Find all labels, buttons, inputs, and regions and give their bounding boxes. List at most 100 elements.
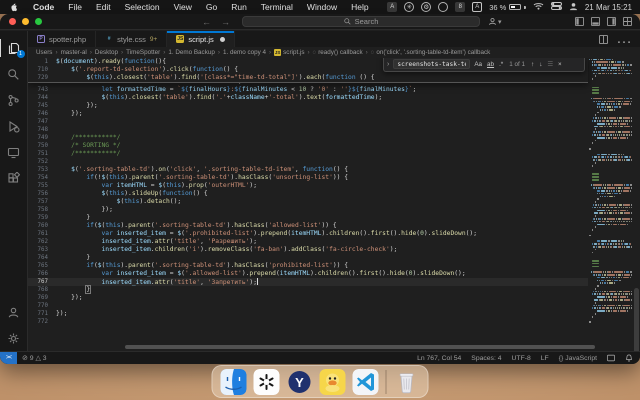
code-line-757[interactable]: 757 $(this).detach(); <box>28 198 588 206</box>
minimap[interactable] <box>588 58 632 351</box>
user-menu-icon[interactable] <box>569 2 578 13</box>
line-number[interactable]: 772 <box>28 318 56 326</box>
menu-item-run[interactable]: Run <box>224 2 254 12</box>
code-line-767[interactable]: 767 inserted_item.attr('title', 'Запрети… <box>28 277 588 286</box>
menu-item-help[interactable]: Help <box>344 2 375 12</box>
code-line-761[interactable]: 761 var inserted_item = $('.prohibited-l… <box>28 230 588 238</box>
menu-item-view[interactable]: View <box>167 2 199 12</box>
line-number[interactable]: 747 <box>28 118 56 126</box>
code-line-751[interactable]: 751 /***********/ <box>28 150 588 158</box>
find-input[interactable] <box>393 59 471 69</box>
code-line-764[interactable]: 764 } <box>28 254 588 262</box>
sidebar-item-search[interactable] <box>0 61 28 87</box>
code-line-758[interactable]: 758 }); <box>28 206 588 214</box>
input-source-icon[interactable]: A <box>472 2 483 12</box>
menu-item-terminal[interactable]: Terminal <box>254 2 300 12</box>
line-number[interactable]: 1 <box>28 58 56 66</box>
line-number[interactable]: 757 <box>28 198 56 206</box>
dock-chatgpt-icon[interactable] <box>253 368 280 395</box>
dock-finder-icon[interactable] <box>220 368 247 395</box>
code-editor[interactable]: 742 let finalMinutes = totalMinutes % 60… <box>28 58 640 351</box>
sidebar-item-explorer[interactable]: 1 <box>0 35 28 61</box>
breadcrumb-item[interactable]: 1. Demo Backup <box>168 49 215 56</box>
toggle-secondary-sidebar-icon[interactable] <box>607 17 616 26</box>
indentation-setting[interactable]: Spaces: 4 <box>466 355 506 362</box>
line-number[interactable]: 753 <box>28 166 56 174</box>
vertical-scrollbar[interactable] <box>634 288 639 351</box>
code-line-753[interactable]: 753 $('.sorting-table-td').on('click', '… <box>28 166 588 174</box>
eol-setting[interactable]: LF <box>536 355 554 362</box>
minimize-window-button[interactable] <box>22 18 29 25</box>
line-number[interactable]: 768 <box>28 286 56 294</box>
line-number[interactable]: 746 <box>28 110 56 118</box>
menu-item-file[interactable]: File <box>61 2 89 12</box>
code-line-752[interactable]: 752 <box>28 158 588 166</box>
line-number[interactable]: 765 <box>28 262 56 270</box>
gear-status-icon[interactable]: ⚙ <box>421 2 432 12</box>
sidebar-item-source-control[interactable] <box>0 87 28 113</box>
whole-word-icon[interactable]: ab <box>486 61 495 68</box>
line-number[interactable]: 761 <box>28 230 56 238</box>
line-number[interactable]: 759 <box>28 214 56 222</box>
code-line-750[interactable]: 750 /* SORTING */ <box>28 142 588 150</box>
language-mode[interactable]: {} JavaScript <box>554 355 602 362</box>
breadcrumb-item[interactable]: JS script.js <box>274 49 305 56</box>
line-number[interactable]: 750 <box>28 142 56 150</box>
code-line-771[interactable]: 771}); <box>28 310 588 318</box>
tab-spotter-php[interactable]: Pspotter.php <box>28 31 97 47</box>
code-line-747[interactable]: 747 <box>28 118 588 126</box>
code-line-770[interactable]: 770 <box>28 302 588 310</box>
code-line-749[interactable]: 749 /***********/ <box>28 134 588 142</box>
code-line-768[interactable]: 768 } <box>28 285 588 294</box>
dock-vscode-icon[interactable] <box>352 368 379 395</box>
feedback-icon[interactable] <box>602 354 620 362</box>
toggle-panel-icon[interactable] <box>591 17 600 26</box>
code-line-729[interactable]: 729 $(this).closest('table').find('[clas… <box>28 74 588 82</box>
code-line-744[interactable]: 744 $(this).closest('table').find('.'+cl… <box>28 94 588 102</box>
next-match-icon[interactable]: ↓ <box>538 61 543 68</box>
tab-script-js[interactable]: JS script.js <box>167 31 235 47</box>
sidebar-item-run-debug[interactable] <box>0 113 28 139</box>
line-number[interactable]: 710 <box>28 66 56 74</box>
back-arrow-icon[interactable]: ← <box>202 17 211 27</box>
tab-style-css[interactable]: # style.css 9+ <box>96 31 168 47</box>
menu-item-window[interactable]: Window <box>300 2 344 12</box>
line-number[interactable]: 751 <box>28 150 56 158</box>
code-line-772[interactable]: 772 <box>28 318 588 326</box>
regex-icon[interactable]: .* <box>498 61 504 68</box>
breadcrumb-item[interactable]: ◌ ready() callback <box>313 49 363 56</box>
menu-item-edit[interactable]: Edit <box>89 2 118 12</box>
menu-bar-clock[interactable]: 21 Mar 15:21 <box>585 3 632 12</box>
line-number[interactable]: 756 <box>28 190 56 198</box>
menu-item-code[interactable]: Code <box>26 2 61 12</box>
line-number[interactable]: 767 <box>28 278 56 286</box>
line-number[interactable]: 766 <box>28 270 56 278</box>
dock-yandex-browser-icon[interactable]: Y <box>287 369 313 395</box>
line-number[interactable]: 769 <box>28 294 56 302</box>
line-number[interactable]: 729 <box>28 74 56 82</box>
code-line-754[interactable]: 754 if(!$(this).parent('.sorting-table-t… <box>28 174 588 182</box>
code-line-763[interactable]: 763 inserted_item.children('i').removeCl… <box>28 246 588 254</box>
toggle-sidebar-icon[interactable] <box>575 17 584 26</box>
box-status-icon[interactable]: 8 <box>455 2 466 12</box>
problems-indicator[interactable]: ⊘ 9 △ 3 <box>17 354 52 363</box>
code-line-765[interactable]: 765 if($(this).parent('.sorting-table-td… <box>28 262 588 270</box>
assistant-icon[interactable]: ✳ <box>404 2 415 12</box>
line-number[interactable]: 771 <box>28 310 56 318</box>
line-number[interactable]: 748 <box>28 126 56 134</box>
line-number[interactable]: 744 <box>28 94 56 102</box>
line-number[interactable]: 770 <box>28 302 56 310</box>
toggle-replace-icon[interactable]: › <box>386 61 390 68</box>
split-editor-icon[interactable] <box>599 34 608 44</box>
code-line-760[interactable]: 760 if($(this).parent('.sorting-table-td… <box>28 222 588 230</box>
sidebar-item-extensions[interactable] <box>0 165 28 191</box>
code-line-756[interactable]: 756 $(this).slideUp(function() { <box>28 190 588 198</box>
dock-duck-icon[interactable] <box>319 368 346 395</box>
customize-layout-icon[interactable] <box>623 17 632 26</box>
breadcrumb-item[interactable]: Users <box>36 49 52 56</box>
breadcrumb-item[interactable]: 1. demo copy 4 <box>223 49 266 56</box>
notifications-bell-icon[interactable] <box>620 354 640 362</box>
code-line-759[interactable]: 759 } <box>28 214 588 222</box>
wifi-icon[interactable] <box>533 2 544 12</box>
code-line-762[interactable]: 762 inserted_item.attr('title', 'Разреши… <box>28 238 588 246</box>
